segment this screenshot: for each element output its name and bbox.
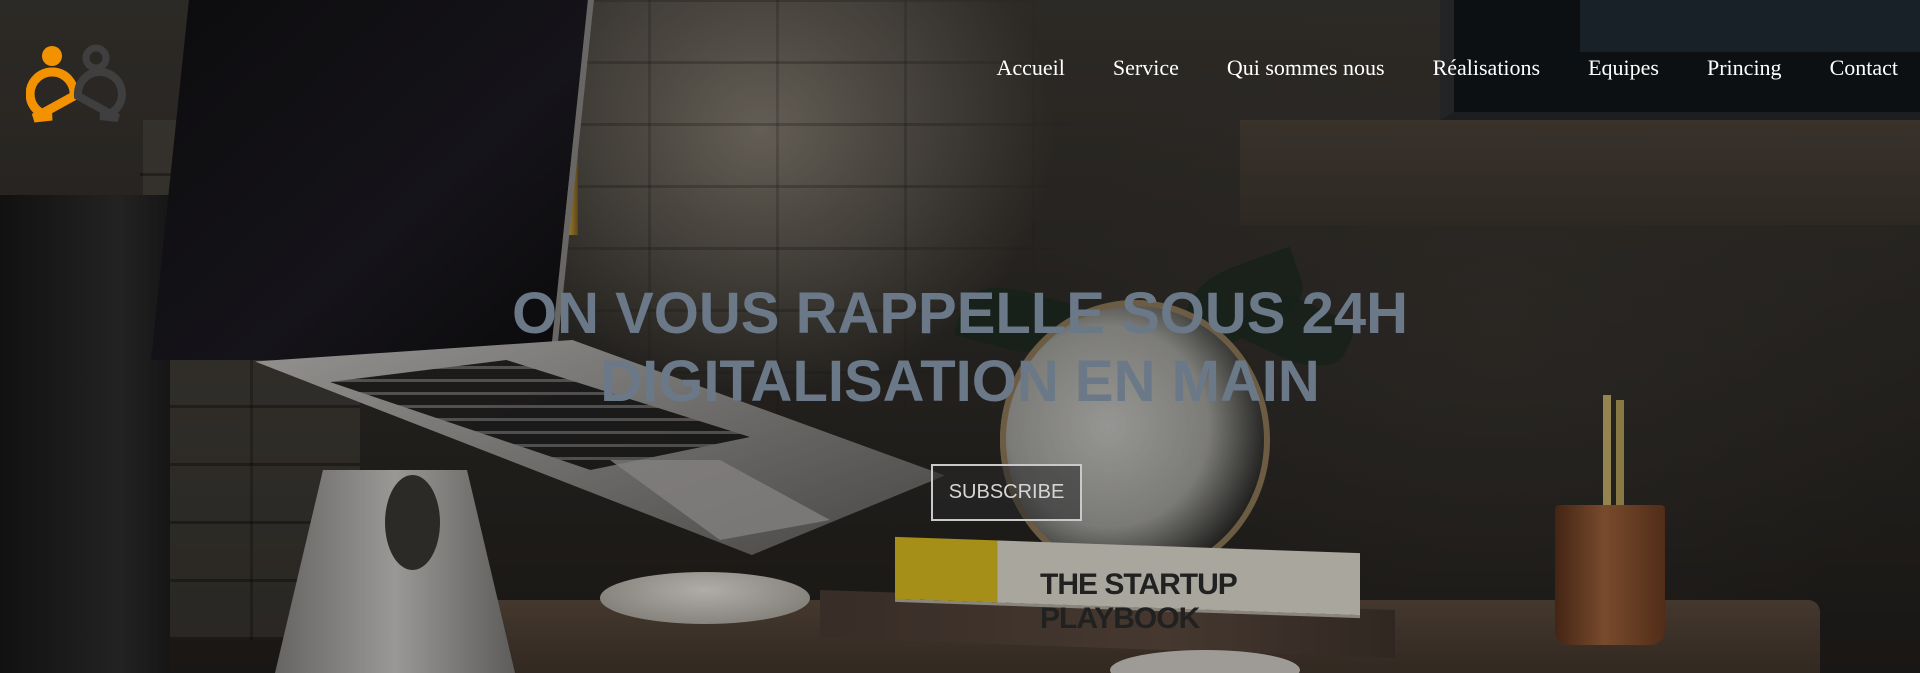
nav-service[interactable]: Service [1113,52,1179,84]
subscribe-button[interactable]: SUBSCRIBE [931,464,1082,521]
nav-qui-sommes-nous[interactable]: Qui sommes nous [1227,52,1385,84]
nav-equipes[interactable]: Equipes [1588,52,1659,84]
people-chat-icon [25,44,126,123]
hero-headline-line-1: ON VOUS RAPPELLE SOUS 24H [512,281,1408,346]
hero-headline: ON VOUS RAPPELLE SOUS 24H DIGITALISATION… [0,280,1920,416]
main-nav: Accueil Service Qui sommes nous Réalisat… [949,52,1899,84]
logo[interactable] [25,44,126,126]
nav-realisations[interactable]: Réalisations [1433,52,1541,84]
nav-accueil[interactable]: Accueil [997,52,1065,84]
hero-headline-line-2: DIGITALISATION EN MAIN [600,349,1320,414]
nav-contact[interactable]: Contact [1830,52,1898,84]
nav-pricing[interactable]: Princing [1707,52,1782,84]
